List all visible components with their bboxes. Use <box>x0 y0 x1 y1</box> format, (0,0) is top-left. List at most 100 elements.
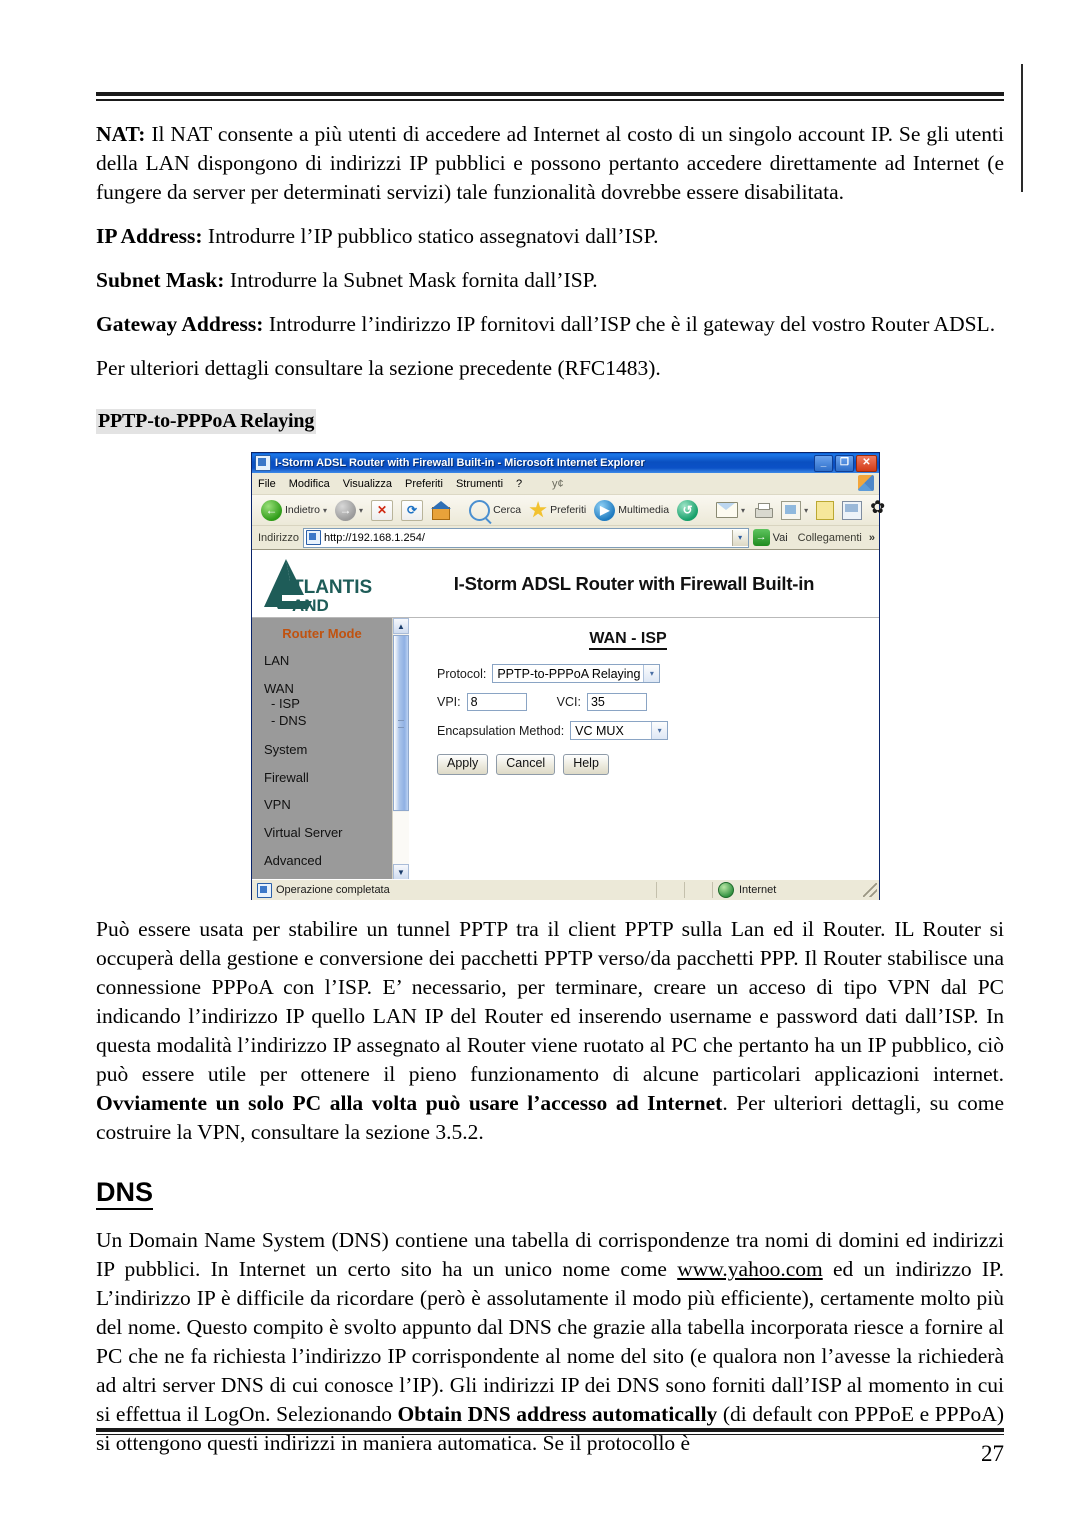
apply-button[interactable]: Apply <box>437 754 489 775</box>
status-zone: Internet <box>713 882 863 898</box>
address-input[interactable]: http://192.168.1.254/ ▾ <box>302 527 749 548</box>
dns-desc-bold: Obtain DNS address automatically <box>397 1402 718 1426</box>
yahoo-link[interactable]: www.yahoo.com <box>677 1257 823 1281</box>
media-button-label: Multimedia <box>618 504 670 516</box>
browser-toolbar: ← Indietro ▾ → ▾ ✕ ⟳ Cerca Preferiti ▶ M… <box>252 495 885 526</box>
address-bar-label: Indirizzo <box>258 531 299 544</box>
mail-button[interactable]: ▾ <box>713 502 748 518</box>
messenger-button[interactable] <box>839 500 865 520</box>
browser-title-text: I-Storm ADSL Router with Firewall Built-… <box>275 457 645 469</box>
nat-text: Il NAT consente a più utenti di accedere… <box>96 122 1004 204</box>
vci-input[interactable]: 35 <box>586 693 647 711</box>
sidebar-item-lan[interactable]: LAN <box>264 654 392 668</box>
chevron-down-icon[interactable]: ▾ <box>643 665 660 682</box>
address-dropdown-icon[interactable]: ▾ <box>731 529 748 546</box>
dns-desc-part2: ed un indirizzo IP. L’indirizzo IP è dif… <box>96 1257 1004 1426</box>
search-icon <box>469 499 491 521</box>
sidebar-item-advanced[interactable]: Advanced <box>264 854 392 868</box>
windows-flag-icon <box>858 475 874 491</box>
cancel-button[interactable]: Cancel <box>496 754 556 775</box>
resize-grip-icon[interactable] <box>863 883 877 897</box>
paragraph-ip-address: IP Address: Introdurre l’IP pubblico sta… <box>96 222 1004 251</box>
paragraph-gateway-address: Gateway Address: Introdurre l’indirizzo … <box>96 310 1004 339</box>
printer-icon <box>753 502 774 518</box>
page-edge-mark <box>1021 64 1023 192</box>
forward-arrow-icon: → <box>335 499 357 521</box>
status-zone-text: Internet <box>739 884 777 896</box>
go-arrow-icon: → <box>752 529 770 546</box>
menu-item-help[interactable]: ? <box>516 478 522 490</box>
links-label[interactable]: Collegamenti <box>798 532 862 544</box>
sidebar-item-dns[interactable]: - DNS <box>271 713 392 729</box>
toolbar-overflow-icon[interactable]: » <box>869 532 875 544</box>
back-dropdown-icon[interactable]: ▾ <box>323 506 327 515</box>
print-button[interactable] <box>750 502 776 518</box>
menu-item-modifica[interactable]: Modifica <box>289 478 330 490</box>
ip-address-text: Introdurre l’IP pubblico statico assegna… <box>202 224 659 248</box>
stop-icon: ✕ <box>371 499 394 521</box>
sidebar-item-vpn[interactable]: VPN <box>264 798 392 812</box>
go-button[interactable]: → Vai <box>752 529 788 546</box>
header-rule <box>96 92 1004 101</box>
page-number: 27 <box>981 1441 1004 1466</box>
forward-dropdown-icon[interactable]: ▾ <box>359 506 363 515</box>
sidebar-item-firewall[interactable]: Firewall <box>264 771 392 785</box>
scrollbar-track[interactable] <box>393 812 409 864</box>
restore-button[interactable]: ❐ <box>835 454 854 472</box>
refresh-button[interactable]: ⟳ <box>398 499 426 521</box>
sidebar-item-wan[interactable]: WAN <box>264 681 392 696</box>
stop-button[interactable]: ✕ <box>368 499 396 521</box>
document-content: NAT: Il NAT consente a più utenti di acc… <box>96 120 1004 440</box>
router-page-body: Router Mode LAN WAN - ISP - DNS System F… <box>252 618 879 879</box>
back-button[interactable]: ← Indietro ▾ <box>258 499 330 521</box>
sidebar-item-system[interactable]: System <box>264 743 392 757</box>
sidebar-router-mode-label: Router Mode <box>282 626 362 641</box>
sidebar-item-virtual-server[interactable]: Virtual Server <box>264 826 392 840</box>
scrollbar-thumb[interactable] <box>393 635 409 811</box>
svg-text:TLANTIS: TLANTIS <box>292 577 372 598</box>
status-slot-2 <box>685 882 713 898</box>
home-button[interactable] <box>428 501 454 520</box>
pptp-desc-bold: Ovviamente un solo PC alla volta può usa… <box>96 1091 723 1115</box>
close-button[interactable]: ✕ <box>856 454 877 472</box>
address-bar: Indirizzo http://192.168.1.254/ ▾ → Vai … <box>252 526 879 550</box>
notes-button[interactable] <box>813 500 837 520</box>
go-button-label: Vai <box>772 531 788 544</box>
minimize-button[interactable]: _ <box>814 454 833 472</box>
subnet-mask-text: Introdurre la Subnet Mask fornita dall’I… <box>224 268 598 292</box>
status-message: Operazione completata <box>252 882 657 898</box>
status-message-text: Operazione completata <box>276 884 390 896</box>
help-button[interactable]: Help <box>563 754 609 775</box>
encapsulation-select[interactable]: VC MUX ▾ <box>570 721 669 740</box>
star-icon <box>529 501 547 518</box>
forward-button[interactable]: → ▾ <box>332 499 366 521</box>
refresh-icon: ⟳ <box>401 499 424 521</box>
paragraph-rfc-note: Per ulteriori dettagli consultare la sez… <box>96 356 661 380</box>
media-button[interactable]: ▶ Multimedia <box>591 499 672 521</box>
scroll-up-button[interactable]: ▲ <box>393 618 409 634</box>
vpi-label: VPI: <box>437 695 461 709</box>
document-content-lower: Può essere usata per stabilire un tunnel… <box>96 915 1004 1473</box>
menu-item-preferiti[interactable]: Preferiti <box>405 478 443 490</box>
favorites-button[interactable]: Preferiti <box>526 501 589 519</box>
menu-item-visualizza[interactable]: Visualizza <box>343 478 392 490</box>
menu-item-strumenti[interactable]: Strumenti <box>456 478 503 490</box>
subnet-mask-label: Subnet Mask: <box>96 268 225 292</box>
chevron-down-icon-2[interactable]: ▾ <box>651 722 668 739</box>
heading-pptp-relaying: PPTP-to-PPPoA Relaying <box>96 409 317 434</box>
menu-item-file[interactable]: File <box>258 478 276 490</box>
protocol-selected-value: PPTP-to-PPPoA Relaying <box>497 666 641 681</box>
edit-button[interactable]: ▾ <box>778 500 811 520</box>
vpi-input[interactable]: 8 <box>466 693 527 711</box>
scroll-down-button[interactable]: ▼ <box>393 864 409 879</box>
sidebar-item-isp[interactable]: - ISP <box>271 696 392 712</box>
extras-button[interactable] <box>867 498 891 519</box>
mail-dropdown-icon[interactable]: ▾ <box>741 506 745 515</box>
vci-label: VCI: <box>556 695 581 709</box>
edit-dropdown-icon[interactable]: ▾ <box>804 506 808 515</box>
protocol-select[interactable]: PPTP-to-PPPoA Relaying ▾ <box>492 664 661 683</box>
page-scrollbar[interactable]: ▲ ▼ <box>392 618 409 879</box>
search-button[interactable]: Cerca <box>466 499 524 521</box>
history-button[interactable]: ↺ <box>674 499 701 521</box>
favorites-button-label: Preferiti <box>550 504 587 516</box>
